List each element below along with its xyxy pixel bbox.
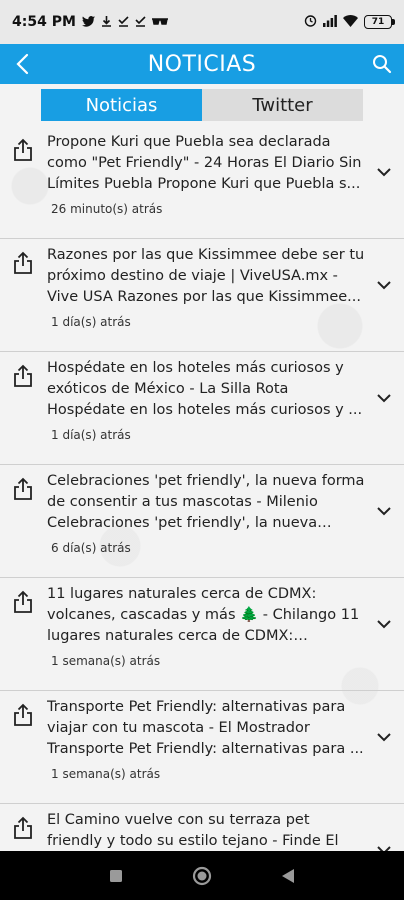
page-title: NOTICIAS — [147, 51, 257, 77]
share-icon[interactable] — [12, 590, 34, 614]
wifi-icon — [343, 14, 358, 30]
news-item[interactable]: Propone Kuri que Puebla sea declarada co… — [0, 126, 404, 239]
news-item[interactable]: 11 lugares naturales cerca de CDMX: volc… — [0, 578, 404, 691]
news-time: 26 minuto(s) atrás — [51, 202, 163, 216]
download-icon — [101, 15, 112, 29]
share-icon[interactable] — [12, 364, 34, 388]
news-time: 1 semana(s) atrás — [51, 767, 161, 781]
system-nav-bar — [0, 851, 404, 900]
news-item[interactable]: Razones por las que Kissimmee debe ser t… — [0, 239, 404, 352]
alarm-icon — [304, 14, 317, 30]
news-title: 11 lugares naturales cerca de CDMX: volc… — [47, 586, 360, 644]
home-button[interactable] — [190, 864, 214, 888]
chevron-down-icon[interactable] — [374, 162, 394, 182]
download-done-icon — [118, 15, 129, 29]
status-time: 4:54 PM — [12, 14, 76, 30]
tab-noticias[interactable]: Noticias — [41, 89, 202, 121]
tabs-bar: Noticias Twitter — [0, 84, 404, 126]
chevron-down-icon[interactable] — [374, 614, 394, 634]
app-bar: NOTICIAS — [0, 44, 404, 84]
news-title: Razones por las que Kissimmee debe ser t… — [47, 247, 365, 305]
triangle-back-icon — [282, 868, 294, 883]
news-title: Hospédate en los hoteles más curiosos y … — [47, 360, 363, 418]
news-title: El Camino vuelve con su terraza pet frie… — [47, 812, 339, 849]
news-title: Transporte Pet Friendly: alternativas pa… — [47, 699, 364, 757]
circle-icon — [192, 866, 212, 885]
chevron-left-icon — [16, 53, 29, 75]
chevron-down-icon[interactable] — [374, 501, 394, 521]
status-left: 4:54 PM — [12, 14, 168, 30]
twitter-notification-icon — [81, 15, 95, 29]
news-time: 6 día(s) atrás — [51, 541, 131, 555]
news-time: 1 semana(s) atrás — [51, 654, 161, 668]
download-done-icon-2 — [135, 15, 146, 29]
recents-button[interactable] — [104, 864, 128, 888]
news-item[interactable]: Hospédate en los hoteles más curiosos y … — [0, 352, 404, 465]
back-nav-button[interactable] — [276, 864, 300, 888]
news-item[interactable]: Celebraciones 'pet friendly', la nueva f… — [0, 465, 404, 578]
search-icon — [373, 55, 392, 74]
news-title: Celebraciones 'pet friendly', la nueva f… — [47, 473, 365, 531]
chevron-down-icon[interactable] — [374, 388, 394, 408]
glasses-icon — [151, 16, 168, 28]
share-icon[interactable] — [12, 477, 34, 501]
signal-icon — [323, 14, 337, 30]
chevron-down-icon[interactable] — [374, 840, 394, 851]
news-time: 1 día(s) atrás — [51, 315, 131, 329]
status-bar: 4:54 PM 71 — [0, 0, 404, 44]
news-list[interactable]: Propone Kuri que Puebla sea declarada co… — [0, 126, 404, 851]
share-icon[interactable] — [12, 816, 34, 840]
battery-icon: 71 — [364, 15, 395, 29]
status-right: 71 — [304, 14, 395, 30]
square-icon — [110, 869, 122, 882]
back-button[interactable] — [6, 48, 38, 80]
share-icon[interactable] — [12, 703, 34, 727]
share-icon[interactable] — [12, 251, 34, 275]
search-button[interactable] — [366, 48, 398, 80]
news-item[interactable]: Transporte Pet Friendly: alternativas pa… — [0, 691, 404, 804]
chevron-down-icon[interactable] — [374, 727, 394, 747]
news-time: 1 día(s) atrás — [51, 428, 131, 442]
news-item[interactable]: El Camino vuelve con su terraza pet frie… — [0, 804, 404, 851]
chevron-down-icon[interactable] — [374, 275, 394, 295]
tabs: Noticias Twitter — [41, 89, 363, 121]
news-title: Propone Kuri que Puebla sea declarada co… — [47, 134, 362, 192]
share-icon[interactable] — [12, 138, 34, 162]
tab-twitter[interactable]: Twitter — [202, 89, 363, 121]
